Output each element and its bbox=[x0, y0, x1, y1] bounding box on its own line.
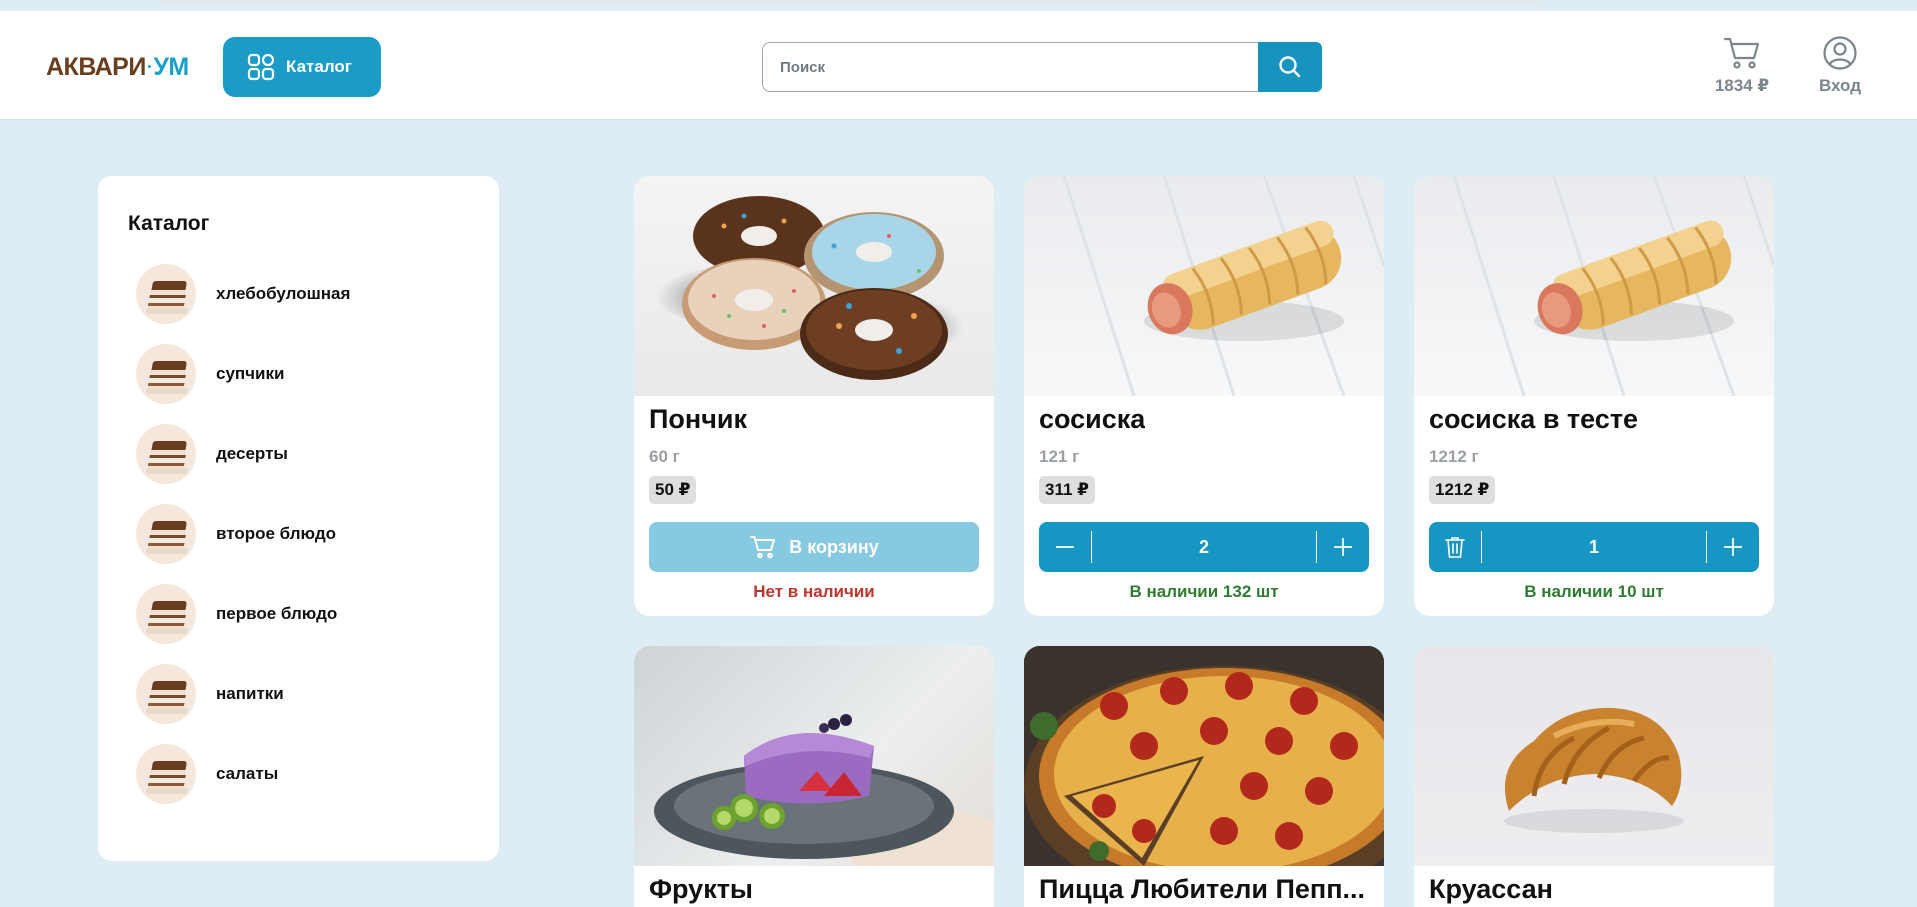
add-to-cart-label: В корзину bbox=[789, 536, 879, 557]
grid-icon bbox=[247, 53, 275, 81]
category-image bbox=[136, 744, 196, 804]
croissant-image bbox=[1504, 707, 1684, 833]
sausage-roll-image bbox=[1452, 176, 1774, 396]
catalog-sidebar: Каталог хлебобулошная супчики десерты вт… bbox=[98, 176, 499, 861]
product-weight: 121 г bbox=[1039, 447, 1080, 466]
category-label: хлебобулошная bbox=[216, 284, 351, 303]
category-label: первое блюдо bbox=[216, 604, 338, 623]
product-price: 50 ₽ bbox=[649, 476, 697, 504]
decrease-button[interactable] bbox=[1039, 522, 1091, 572]
category-item[interactable]: хлебобулошная bbox=[136, 264, 476, 324]
remove-button[interactable] bbox=[1429, 522, 1481, 572]
category-label: напитки bbox=[216, 684, 284, 703]
category-item[interactable]: напитки bbox=[136, 664, 476, 724]
cart-icon bbox=[1723, 37, 1760, 69]
header: АКВАРИ · УМ Каталог 1834 ₽ Вход bbox=[0, 10, 1917, 120]
product-name[interactable]: сосиска в тесте bbox=[1429, 404, 1638, 435]
category-label: салаты bbox=[216, 764, 279, 783]
logo-dot: · bbox=[146, 56, 153, 77]
product-card: сосиска в тесте 1212 г 1212 ₽ 1 В наличи… bbox=[1414, 176, 1774, 616]
category-image bbox=[136, 264, 196, 324]
sausage-roll-image bbox=[1062, 176, 1384, 396]
donuts-image bbox=[656, 196, 964, 380]
plus-icon bbox=[1724, 538, 1742, 556]
product-card: Фрукты bbox=[634, 646, 994, 907]
search-button[interactable] bbox=[1258, 42, 1322, 92]
quantity-value: 1 bbox=[1588, 536, 1599, 557]
search-icon bbox=[1279, 56, 1301, 78]
product-image[interactable] bbox=[1024, 176, 1384, 396]
login-label: Вход bbox=[1818, 76, 1862, 95]
plus-icon bbox=[1334, 538, 1352, 556]
cart-icon bbox=[750, 536, 776, 559]
product-name[interactable]: Пончик bbox=[649, 404, 747, 435]
stock-status: В наличии 10 шт bbox=[1524, 582, 1664, 601]
category-label: десерты bbox=[216, 444, 288, 463]
sidebar-title: Каталог bbox=[128, 212, 210, 235]
category-item[interactable]: первое блюдо bbox=[136, 584, 476, 644]
category-image bbox=[136, 584, 196, 644]
top-scroll-line bbox=[160, 0, 1540, 2]
product-image[interactable] bbox=[1414, 176, 1774, 396]
product-card: Пончик 60 г 50 ₽ В корзину Нет в наличии bbox=[634, 176, 994, 616]
product-weight: 60 г bbox=[649, 447, 680, 466]
logo-part-1: АКВАРИ bbox=[46, 52, 146, 81]
cart-total: 1834 ₽ bbox=[1714, 76, 1770, 95]
category-image bbox=[136, 424, 196, 484]
minus-icon bbox=[1056, 546, 1074, 548]
product-price: 1212 ₽ bbox=[1429, 476, 1496, 504]
category-image bbox=[136, 664, 196, 724]
category-item[interactable]: десерты bbox=[136, 424, 476, 484]
berry-cake-image bbox=[654, 714, 994, 866]
product-price: 311 ₽ bbox=[1039, 476, 1095, 504]
catalog-button[interactable]: Каталог bbox=[223, 37, 381, 97]
product-name[interactable]: Круассан bbox=[1429, 874, 1553, 905]
increase-button[interactable] bbox=[1317, 522, 1369, 572]
product-card: Круассан bbox=[1414, 646, 1774, 907]
stock-status: Нет в наличии bbox=[753, 582, 875, 601]
product-name[interactable]: Пицца Любители Пепп... bbox=[1039, 874, 1365, 905]
product-image[interactable] bbox=[1024, 646, 1384, 866]
add-to-cart-button[interactable]: В корзину bbox=[649, 522, 979, 572]
product-image[interactable] bbox=[1414, 646, 1774, 866]
category-image bbox=[136, 344, 196, 404]
category-list: хлебобулошная супчики десерты второе блю… bbox=[136, 264, 476, 824]
quantity-value: 2 bbox=[1198, 536, 1209, 557]
category-label: супчики bbox=[216, 364, 285, 383]
product-card: Пицца Любители Пепп... bbox=[1024, 646, 1384, 907]
category-label: второе блюдо bbox=[216, 524, 337, 543]
catalog-button-label: Каталог bbox=[286, 57, 352, 76]
logo[interactable]: АКВАРИ · УМ bbox=[46, 47, 189, 87]
increase-button[interactable] bbox=[1707, 522, 1759, 572]
quantity-stepper: 2 bbox=[1039, 522, 1369, 572]
category-item[interactable]: супчики bbox=[136, 344, 476, 404]
trash-icon bbox=[1445, 537, 1465, 558]
user-circle-icon bbox=[1823, 36, 1857, 70]
product-weight: 1212 г bbox=[1429, 447, 1479, 466]
quantity-stepper: 1 bbox=[1429, 522, 1759, 572]
product-name[interactable]: сосиска bbox=[1039, 404, 1145, 435]
stock-status: В наличии 132 шт bbox=[1129, 582, 1279, 601]
product-card: сосиска 121 г 311 ₽ 2 В наличии 132 шт bbox=[1024, 176, 1384, 616]
product-name[interactable]: Фрукты bbox=[649, 874, 753, 905]
login-button[interactable]: Вход bbox=[1812, 33, 1868, 103]
product-image[interactable] bbox=[634, 176, 994, 396]
category-item[interactable]: второе блюдо bbox=[136, 504, 476, 564]
category-item[interactable]: салаты bbox=[136, 744, 476, 804]
logo-part-2: УМ bbox=[153, 52, 189, 81]
cart-button[interactable]: 1834 ₽ bbox=[1702, 33, 1782, 103]
product-image[interactable] bbox=[634, 646, 994, 866]
search-bar bbox=[762, 42, 1322, 92]
category-image bbox=[136, 504, 196, 564]
pizza-image bbox=[1024, 646, 1384, 866]
search-input[interactable] bbox=[762, 42, 1258, 92]
